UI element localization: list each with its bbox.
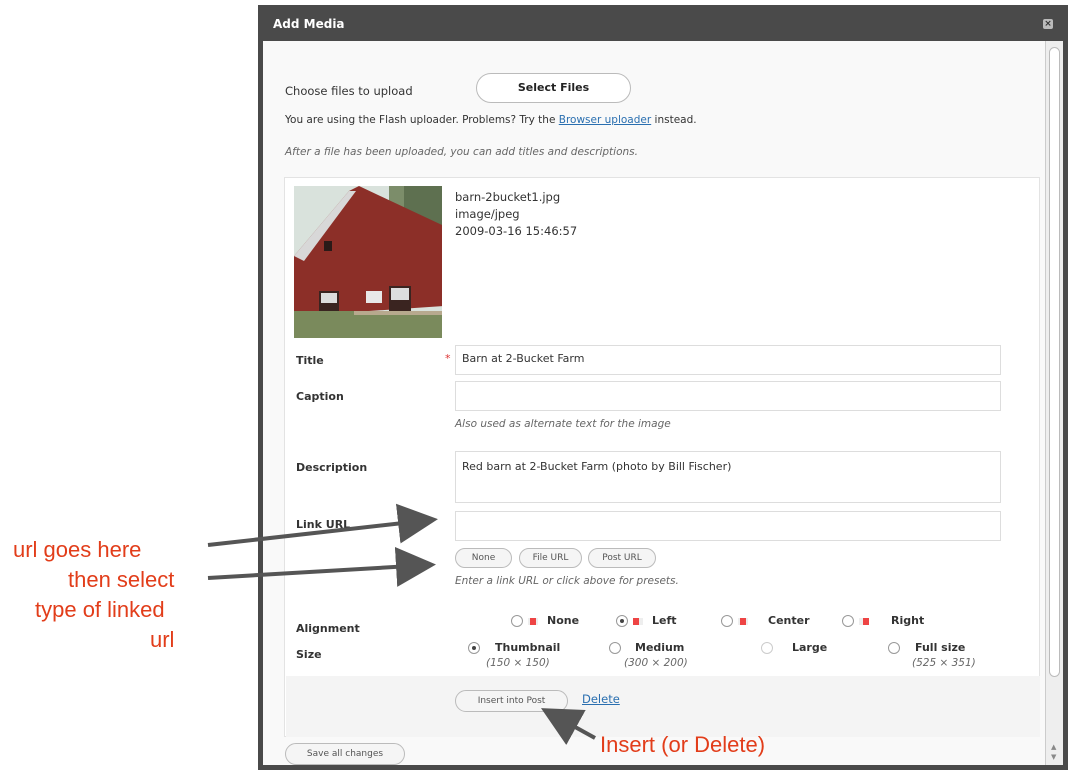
select-files-button[interactable]: Select Files bbox=[476, 73, 631, 103]
align-right-icon bbox=[859, 618, 869, 625]
link-file-url-button[interactable]: File URL bbox=[519, 548, 582, 568]
size-large-label: Large bbox=[792, 641, 828, 654]
align-right-label: Right bbox=[891, 614, 925, 627]
link-help: Enter a link URL or click above for pres… bbox=[455, 575, 679, 587]
dialog-content: Choose files to upload Select Files You … bbox=[263, 41, 1063, 765]
size-medium-radio[interactable] bbox=[609, 642, 621, 654]
size-full-dims: (525 × 351) bbox=[912, 657, 976, 669]
link-url-label: Link URL bbox=[296, 518, 351, 531]
align-left-radio[interactable] bbox=[616, 615, 628, 627]
file-date: 2009-03-16 15:46:57 bbox=[455, 224, 578, 238]
align-left-label: Left bbox=[652, 614, 677, 627]
flash-notice-end: instead. bbox=[654, 114, 697, 126]
align-none-icon bbox=[528, 618, 538, 625]
align-left-icon bbox=[633, 618, 643, 625]
choose-files-label: Choose files to upload bbox=[285, 84, 413, 98]
dialog-titlebar: Add Media × bbox=[263, 5, 1063, 41]
scroll-up-icon[interactable]: ▲ bbox=[1051, 743, 1056, 751]
annotation-url-goes-here: url goes here bbox=[13, 537, 142, 562]
flash-notice: You are using the Flash uploader. Proble… bbox=[285, 114, 697, 126]
size-thumbnail-label: Thumbnail bbox=[495, 641, 561, 654]
align-center-radio[interactable] bbox=[721, 615, 733, 627]
insert-into-post-button[interactable]: Insert into Post bbox=[455, 690, 568, 712]
after-upload-note: After a file has been uploaded, you can … bbox=[285, 146, 638, 158]
annotation-then-select: then select bbox=[68, 567, 175, 592]
flash-notice-text: You are using the Flash uploader. Proble… bbox=[285, 114, 556, 126]
close-icon[interactable]: × bbox=[1043, 19, 1053, 29]
size-medium-label: Medium bbox=[635, 641, 685, 654]
scroll-down-icon[interactable]: ▼ bbox=[1051, 753, 1056, 761]
media-item: barn-2bucket1.jpg image/jpeg 2009-03-16 … bbox=[284, 177, 1040, 737]
content-scrollbar[interactable]: ▲ ▼ bbox=[1045, 41, 1063, 765]
size-medium-dims: (300 × 200) bbox=[624, 657, 688, 669]
annotation-insert-or-delete: Insert (or Delete) bbox=[600, 732, 766, 757]
size-thumbnail-radio[interactable] bbox=[468, 642, 480, 654]
annotation-type-of-linked: type of linked bbox=[35, 597, 165, 622]
align-right-radio[interactable] bbox=[842, 615, 854, 627]
delete-link[interactable]: Delete bbox=[582, 692, 620, 706]
align-center-label: Center bbox=[768, 614, 810, 627]
media-item-footer bbox=[286, 676, 1040, 737]
annotation-url: url bbox=[150, 627, 175, 652]
barn-thumbnail-image bbox=[294, 186, 442, 338]
size-thumbnail-dims: (150 × 150) bbox=[486, 657, 550, 669]
description-label: Description bbox=[296, 461, 368, 474]
title-label: Title bbox=[296, 354, 324, 367]
required-mark: * bbox=[445, 352, 451, 365]
align-none-radio[interactable] bbox=[511, 615, 523, 627]
size-large-radio[interactable] bbox=[761, 642, 773, 654]
link-post-url-button[interactable]: Post URL bbox=[588, 548, 656, 568]
description-textarea[interactable]: Red barn at 2-Bucket Farm (photo by Bill… bbox=[455, 451, 1001, 503]
file-mime: image/jpeg bbox=[455, 207, 520, 221]
caption-input[interactable] bbox=[455, 381, 1001, 411]
add-media-dialog: Add Media × Choose files to upload Selec… bbox=[258, 5, 1068, 770]
file-name: barn-2bucket1.jpg bbox=[455, 190, 561, 204]
size-full-radio[interactable] bbox=[888, 642, 900, 654]
size-full-label: Full size bbox=[915, 641, 966, 654]
caption-label: Caption bbox=[296, 390, 344, 403]
size-label: Size bbox=[296, 648, 322, 661]
browser-uploader-link[interactable]: Browser uploader bbox=[559, 114, 651, 126]
align-none-label: None bbox=[547, 614, 580, 627]
scrollbar-thumb[interactable] bbox=[1049, 47, 1060, 677]
link-none-button[interactable]: None bbox=[455, 548, 512, 568]
dialog-title: Add Media bbox=[273, 17, 345, 31]
save-all-changes-button[interactable]: Save all changes bbox=[285, 743, 405, 765]
alignment-label: Alignment bbox=[296, 622, 360, 635]
caption-help: Also used as alternate text for the imag… bbox=[455, 418, 671, 430]
align-center-icon bbox=[738, 618, 748, 625]
title-input[interactable]: Barn at 2-Bucket Farm bbox=[455, 345, 1001, 375]
link-url-input[interactable] bbox=[455, 511, 1001, 541]
